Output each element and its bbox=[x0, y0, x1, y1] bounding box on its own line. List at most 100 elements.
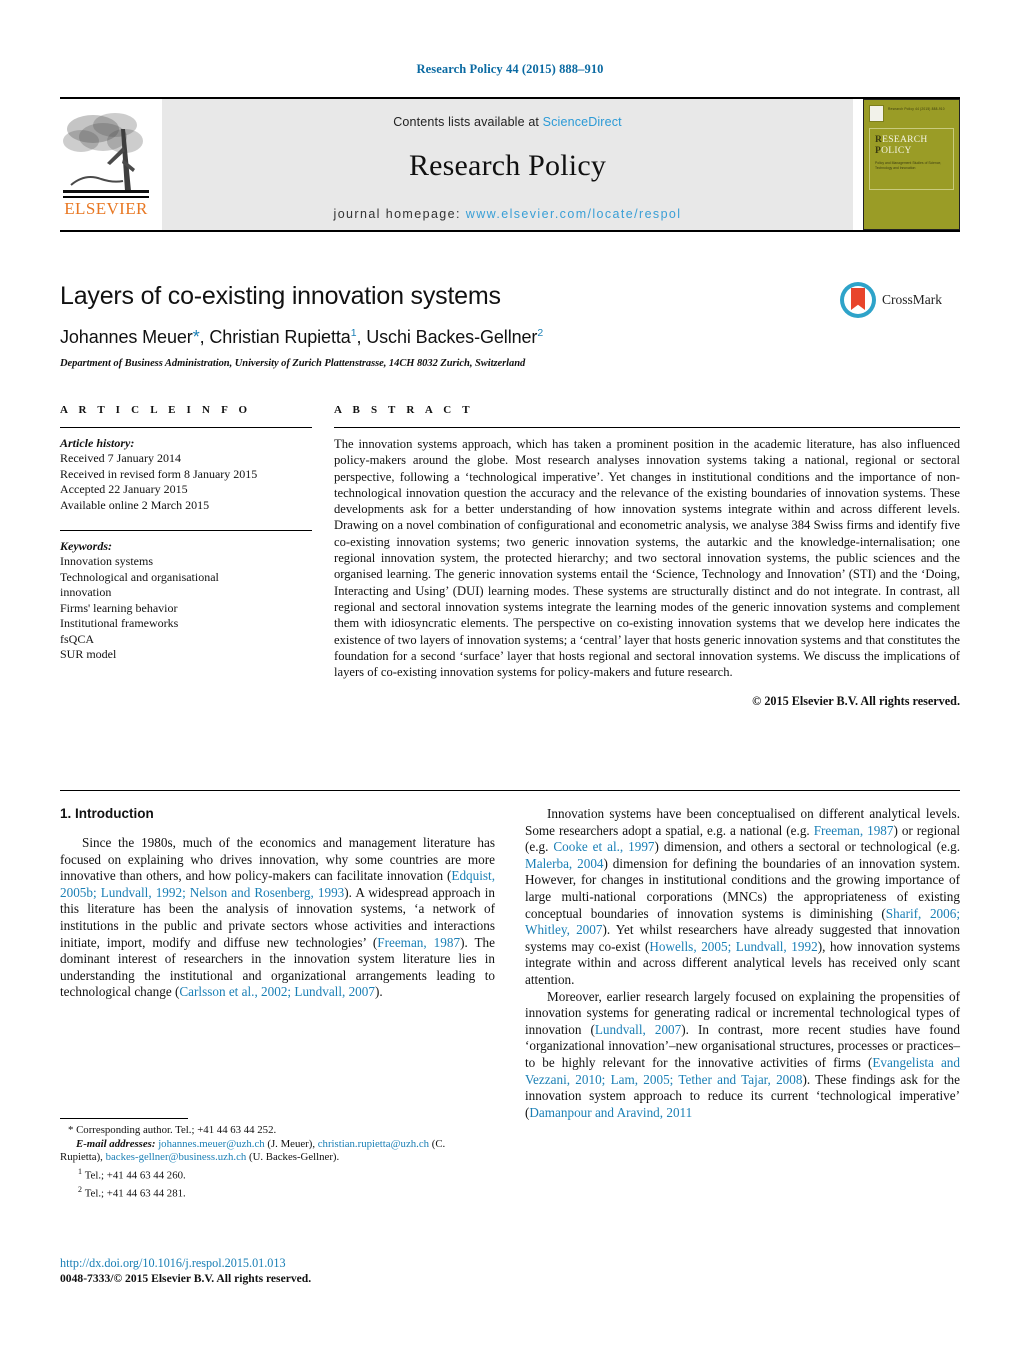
journal-header: ELSEVIER Contents lists available at Sci… bbox=[60, 97, 960, 232]
footnote-2-marker: 2 bbox=[78, 1184, 82, 1194]
info-and-abstract: A R T I C L E I N F O Article history: R… bbox=[60, 404, 960, 709]
keyword-item: Firms' learning behavior bbox=[60, 600, 178, 615]
cover-top-text: Research Policy 44 (2015) 888-910 bbox=[888, 107, 945, 111]
paper-page: Research Policy 44 (2015) 888–910 ELSEVI… bbox=[0, 0, 1020, 1351]
elsevier-logo: ELSEVIER bbox=[60, 99, 152, 230]
tree-svg bbox=[63, 113, 149, 193]
article-history-label: Article history: bbox=[60, 436, 135, 450]
history-item: Available online 2 March 2015 bbox=[60, 497, 210, 512]
footnote-rule bbox=[60, 1118, 188, 1119]
intro-r1-part3: ) dimension, and others a sectoral or te… bbox=[654, 839, 961, 855]
cover-subtitle: Policy and Management Studies of Science… bbox=[875, 161, 942, 170]
issn-copyright-line: 0048-7333/© 2015 Elsevier B.V. All right… bbox=[60, 1272, 312, 1285]
cover-title-line2: POLICY bbox=[875, 145, 912, 156]
intro-l1-part4: ). bbox=[374, 984, 383, 1000]
author-3-marker: 2 bbox=[537, 327, 544, 339]
keywords-rule bbox=[60, 530, 312, 531]
elsevier-tree-icon bbox=[63, 107, 149, 195]
keyword-item: Innovation systems bbox=[60, 554, 153, 568]
sciencedirect-link[interactable]: ScienceDirect bbox=[543, 115, 622, 129]
abstract-heading: A B S T R A C T bbox=[334, 404, 474, 416]
citation-link[interactable]: Carlsson et al., 2002; Lundvall, 2007 bbox=[179, 984, 375, 999]
crossmark-badge-group[interactable]: CrossMark bbox=[840, 282, 960, 318]
elsevier-wordmark: ELSEVIER bbox=[63, 196, 149, 219]
author-1: Johannes Meuer bbox=[60, 327, 193, 347]
footnotes-block: * Corresponding author. Tel.; +41 44 63 … bbox=[60, 1118, 490, 1201]
abstract-rule bbox=[334, 427, 960, 428]
author-list: Johannes Meuer*, Christian Rupietta1, Us… bbox=[60, 327, 544, 347]
copyright-line: © 2015 Elsevier B.V. All rights reserved… bbox=[752, 694, 960, 709]
citation-link[interactable]: Freeman, 1987 bbox=[814, 823, 894, 838]
paragraph-intro-right-1: Innovation systems have been conceptuali… bbox=[525, 806, 960, 989]
author-2: Christian Rupietta bbox=[209, 327, 351, 347]
header-bottom-rule bbox=[60, 230, 960, 232]
cover-title-line1: RESEARCH bbox=[875, 135, 928, 145]
cover-elsevier-icon bbox=[869, 105, 884, 122]
contents-available-line: Contents lists available at ScienceDirec… bbox=[162, 99, 853, 129]
email-link-3[interactable]: backes-gellner@business.uzh.ch bbox=[106, 1151, 247, 1163]
homepage-url-link[interactable]: www.elsevier.com/locate/respol bbox=[466, 207, 682, 221]
doi-link[interactable]: http://dx.doi.org/10.1016/j.respol.2015.… bbox=[60, 1256, 490, 1271]
footnote-2-text: Tel.; +41 44 63 44 281. bbox=[84, 1187, 186, 1200]
paragraph-intro-right-2: Moreover, earlier research largely focus… bbox=[525, 989, 960, 1122]
footnote-1-text: Tel.; +41 44 63 44 260. bbox=[84, 1169, 186, 1182]
footnote-1: 1 Tel.; +41 44 63 44 260. bbox=[60, 1165, 490, 1183]
affiliation-line: Department of Business Administration, U… bbox=[60, 358, 526, 369]
email-link-2[interactable]: christian.rupietta@uzh.ch bbox=[318, 1138, 429, 1150]
citation-link[interactable]: Lundvall, 2007 bbox=[595, 1022, 681, 1037]
body-left-column: 1. Introduction Since the 1980s, much of… bbox=[60, 806, 495, 1121]
title-block: CrossMark Layers of co-existing innovati… bbox=[60, 282, 960, 369]
page-title: Layers of co-existing innovation systems bbox=[60, 282, 501, 310]
citation-link[interactable]: Damanpour and Aravind, 2011 bbox=[529, 1105, 692, 1120]
history-item: Accepted 22 January 2015 bbox=[60, 482, 188, 496]
corresponding-text: Corresponding author. Tel.; +41 44 63 44… bbox=[76, 1124, 277, 1136]
email-addresses-label: E-mail addresses: bbox=[76, 1137, 156, 1150]
keyword-item: SUR model bbox=[60, 647, 117, 661]
doi-block: http://dx.doi.org/10.1016/j.respol.2015.… bbox=[60, 1256, 490, 1286]
body-columns: 1. Introduction Since the 1980s, much of… bbox=[60, 806, 960, 1121]
keywords-label: Keywords: bbox=[60, 539, 112, 553]
author-2-marker: 1 bbox=[350, 327, 357, 339]
keyword-item: innovation bbox=[60, 585, 112, 599]
journal-title: Research Policy bbox=[408, 149, 607, 182]
running-head: Research Policy 44 (2015) 888–910 bbox=[416, 62, 604, 76]
body-right-column: Innovation systems have been conceptuali… bbox=[525, 806, 960, 1121]
article-info-heading: A R T I C L E I N F O bbox=[60, 404, 252, 416]
history-item: Received 7 January 2014 bbox=[60, 451, 181, 465]
email-owner-3: (U. Backes-Gellner). bbox=[248, 1151, 340, 1164]
homepage-label: journal homepage: bbox=[333, 207, 461, 221]
keyword-item: Institutional frameworks bbox=[60, 616, 179, 630]
footnote-emails: E-mail addresses: johannes.meuer@uzh.ch … bbox=[60, 1138, 490, 1165]
journal-homepage-line: journal homepage: www.elsevier.com/locat… bbox=[162, 207, 853, 221]
article-info-rule bbox=[60, 427, 312, 428]
cover-title-panel: RESEARCH POLICY Policy and Management St… bbox=[869, 128, 954, 190]
author-1-marker: * bbox=[192, 327, 200, 347]
journal-cover-thumbnail: Research Policy 44 (2015) 888-910 RESEAR… bbox=[863, 99, 960, 230]
footnote-2: 2 Tel.; +41 44 63 44 281. bbox=[60, 1183, 490, 1201]
paragraph-intro-left-1: Since the 1980s, much of the economics a… bbox=[60, 835, 495, 1001]
keyword-item: fsQCA bbox=[60, 631, 95, 646]
crossmark-icon bbox=[840, 282, 876, 318]
article-info-column: A R T I C L E I N F O Article history: R… bbox=[60, 404, 312, 709]
citation-link[interactable]: Howells, 2005; Lundvall, 1992 bbox=[649, 939, 817, 954]
abstract-bottom-rule bbox=[60, 790, 960, 791]
contents-prefix: Contents lists available at bbox=[393, 115, 540, 129]
abstract-text: The innovation systems approach, which h… bbox=[334, 437, 960, 680]
footnote-corresponding: * Corresponding author. Tel.; +41 44 63 … bbox=[60, 1124, 490, 1138]
author-3: Uschi Backes-Gellner bbox=[366, 327, 538, 347]
email-owner-1: (J. Meuer), bbox=[267, 1137, 316, 1150]
citation-link[interactable]: Malerba, 2004 bbox=[525, 856, 604, 871]
keyword-item: Technological and organisational bbox=[60, 569, 219, 584]
asterisk-icon: * bbox=[68, 1124, 74, 1136]
citation-link[interactable]: Freeman, 1987 bbox=[377, 935, 460, 950]
abstract-column: A B S T R A C T The innovation systems a… bbox=[334, 404, 960, 709]
crossmark-label: CrossMark bbox=[882, 292, 942, 307]
intro-l1-part1: Since the 1980s, much of the economics a… bbox=[60, 835, 495, 884]
contents-box: Contents lists available at ScienceDirec… bbox=[162, 99, 853, 230]
footnote-1-marker: 1 bbox=[78, 1166, 82, 1176]
email-link-1[interactable]: johannes.meuer@uzh.ch bbox=[158, 1138, 264, 1150]
section-heading-introduction: 1. Introduction bbox=[60, 806, 154, 821]
citation-link[interactable]: Cooke et al., 1997 bbox=[553, 839, 654, 854]
history-item: Received in revised form 8 January 2015 bbox=[60, 466, 258, 481]
